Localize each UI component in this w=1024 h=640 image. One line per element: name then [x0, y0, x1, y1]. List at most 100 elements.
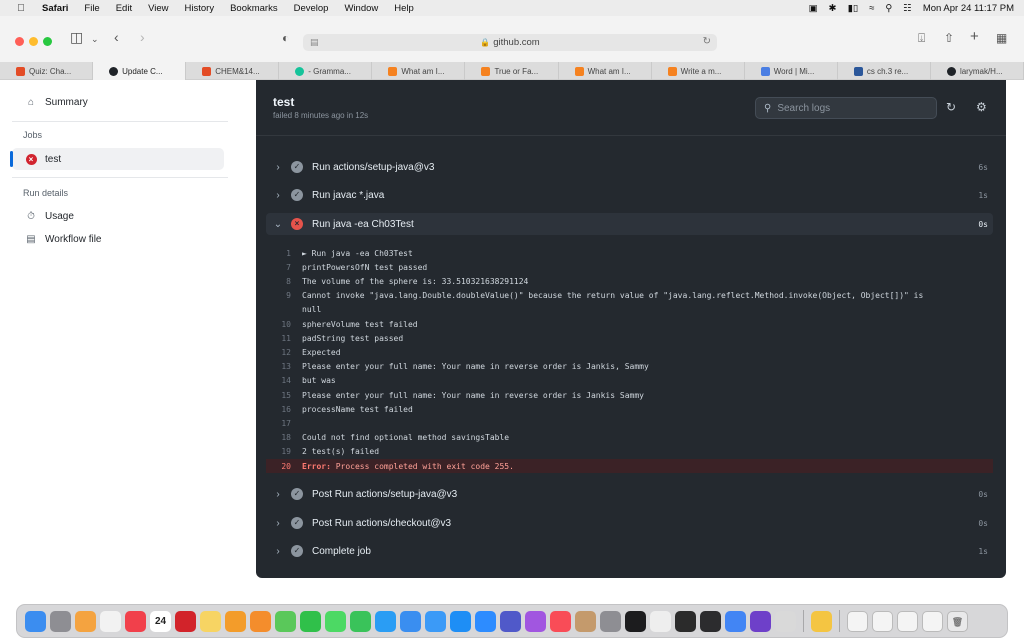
terminal-icon[interactable]: [675, 610, 696, 632]
chegg-favicon-icon: [667, 66, 677, 76]
mail-icon[interactable]: [425, 610, 446, 632]
share-icon[interactable]: ⇧: [944, 31, 954, 45]
step-complete-job[interactable]: › ✓ Complete job 1s: [266, 540, 993, 562]
menu-edit[interactable]: Edit: [116, 3, 132, 14]
recent-window-icon[interactable]: [872, 610, 893, 632]
tab-3[interactable]: - Gramma...: [279, 62, 373, 80]
maps-icon[interactable]: [275, 610, 296, 632]
chrome-icon[interactable]: [725, 610, 746, 632]
download-icon[interactable]: ⍗: [918, 31, 925, 46]
forward-icon[interactable]: ›: [140, 29, 145, 45]
chevron-down-icon[interactable]: ⌄: [91, 34, 99, 45]
wifi-icon[interactable]: ≈: [869, 3, 874, 14]
sidebar-toggle-icon[interactable]: ◫: [70, 29, 83, 46]
menu-help[interactable]: Help: [394, 3, 414, 14]
finder-icon[interactable]: [25, 610, 46, 632]
spotlight-icon[interactable]: ⚲: [885, 3, 892, 14]
minimize-window-button[interactable]: [29, 37, 38, 46]
close-window-button[interactable]: [15, 37, 24, 46]
menu-window[interactable]: Window: [344, 3, 378, 14]
tab-1[interactable]: Update C...: [93, 62, 187, 80]
divider: [12, 177, 228, 178]
step-post-checkout[interactable]: › ✓ Post Run actions/checkout@v3 0s: [266, 512, 993, 534]
workflow-file-link[interactable]: ▤ Workflow file: [12, 228, 224, 250]
tab-5[interactable]: True or Fa...: [465, 62, 559, 80]
zoom-window-button[interactable]: [43, 37, 52, 46]
refresh-icon[interactable]: ↻: [946, 100, 956, 114]
new-tab-icon[interactable]: +: [970, 28, 979, 45]
preview-icon[interactable]: [775, 610, 796, 632]
recent-window-icon[interactable]: [897, 610, 918, 632]
tab-4[interactable]: What am I...: [372, 62, 466, 80]
textedit-icon[interactable]: [650, 610, 671, 632]
log-line: 13 Please enter your full name: Your name…: [281, 361, 649, 371]
apple-logo-icon[interactable]: : [14, 3, 28, 14]
battery-icon[interactable]: ▮▯: [848, 3, 858, 14]
music-icon[interactable]: [550, 610, 571, 632]
step-javac[interactable]: › ✓ Run javac *.java 1s: [266, 184, 993, 206]
menu-safari[interactable]: Safari: [42, 3, 68, 14]
launchpad-icon[interactable]: [50, 610, 71, 632]
menu-develop[interactable]: Develop: [294, 3, 329, 14]
step-run-java-expanded[interactable]: ⌄ × Run java -ea Ch03Test 0s: [266, 213, 993, 235]
tab-7[interactable]: Write a m...: [652, 62, 745, 80]
messages-icon[interactable]: [325, 610, 346, 632]
photos-icon[interactable]: [75, 610, 96, 632]
menu-bookmarks[interactable]: Bookmarks: [230, 3, 278, 14]
menu-file[interactable]: File: [84, 3, 99, 14]
step-post-setup-java[interactable]: › ✓ Post Run actions/setup-java@v3 0s: [266, 483, 993, 505]
step-setup-java[interactable]: › ✓ Run actions/setup-java@v3 6s: [266, 156, 993, 178]
bluetooth-icon[interactable]: ✱: [829, 3, 837, 14]
usage-link[interactable]: ⏱ Usage: [12, 205, 224, 227]
tab-2[interactable]: CHEM&14...: [186, 62, 280, 80]
news-icon[interactable]: [125, 610, 146, 632]
cyberduck-icon[interactable]: [811, 610, 832, 632]
menu-view[interactable]: View: [148, 3, 168, 14]
safari-icon[interactable]: [375, 610, 396, 632]
recent-window-icon[interactable]: [847, 610, 868, 632]
tab-10[interactable]: larymak/H...: [931, 62, 1024, 80]
privacy-shield-icon[interactable]: ◐: [282, 31, 289, 45]
recent-window-icon[interactable]: [922, 610, 943, 632]
books-icon[interactable]: [250, 610, 271, 632]
address-bar[interactable]: ▤ 🔒 github.com ↻: [303, 34, 717, 51]
summary-link[interactable]: ⌂ Summary: [12, 91, 224, 113]
contacts-icon[interactable]: [575, 610, 596, 632]
keynote-icon[interactable]: [400, 610, 421, 632]
tab-0[interactable]: Quiz: Cha...: [0, 62, 94, 80]
control-center-icon[interactable]: ☷: [903, 3, 912, 14]
calendar-icon[interactable]: 24: [150, 610, 171, 632]
numbers-icon[interactable]: [300, 610, 321, 632]
tab-8[interactable]: Word | Mi...: [745, 62, 838, 80]
zoom-icon[interactable]: [475, 610, 496, 632]
car-icon[interactable]: ▣: [809, 3, 818, 14]
error-message: Process completed with exit code 255.: [330, 461, 514, 471]
reminders-icon[interactable]: [100, 610, 121, 632]
facetime-icon[interactable]: [350, 610, 371, 632]
log-line: 16 processName test failed: [281, 404, 413, 414]
podcasts-icon[interactable]: [525, 610, 546, 632]
search-logs-input[interactable]: ⚲ Search logs: [755, 97, 937, 119]
tab-overview-icon[interactable]: ▦: [996, 31, 1007, 45]
github-desktop-icon[interactable]: [750, 610, 771, 632]
settings-icon[interactable]: [600, 610, 621, 632]
back-icon[interactable]: ‹: [114, 29, 119, 45]
chegg-favicon-icon: [481, 66, 491, 76]
job-item-test[interactable]: × test: [10, 148, 224, 170]
apple-tv-icon[interactable]: [625, 610, 646, 632]
tab-6[interactable]: What am I...: [559, 62, 652, 80]
tab-9[interactable]: cs ch.3 re...: [838, 62, 931, 80]
reload-icon[interactable]: ↻: [703, 36, 711, 47]
trash-icon[interactable]: 🗑: [947, 610, 968, 632]
log-line: null: [302, 304, 322, 314]
app-store-icon[interactable]: [450, 610, 471, 632]
gear-icon[interactable]: ⚙: [976, 100, 987, 114]
word-favicon-icon: [760, 66, 770, 76]
notes-icon[interactable]: [200, 610, 221, 632]
activity-monitor-icon[interactable]: [700, 610, 721, 632]
clock[interactable]: Mon Apr 24 11:17 PM: [923, 3, 1014, 14]
pages-icon[interactable]: [225, 610, 246, 632]
teams-icon[interactable]: [500, 610, 521, 632]
menu-history[interactable]: History: [185, 3, 215, 14]
acrobat-icon[interactable]: [175, 610, 196, 632]
